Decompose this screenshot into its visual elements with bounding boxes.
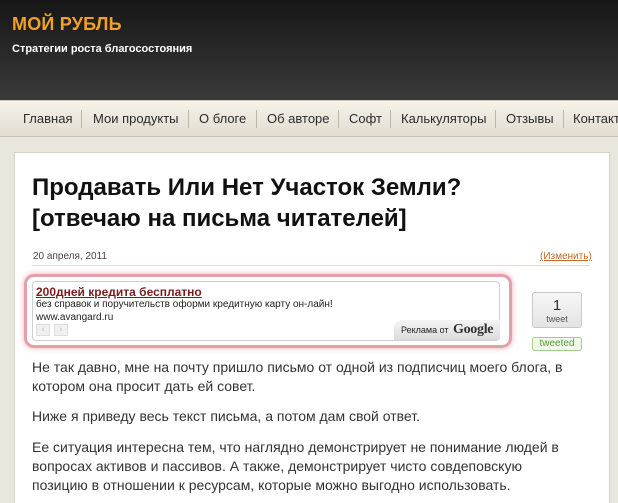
nav-item-products[interactable]: Мои продукты <box>93 111 179 126</box>
ad-next-button[interactable]: › <box>54 324 68 336</box>
nav-item-about-blog[interactable]: О блоге <box>199 111 246 126</box>
nav-item-software[interactable]: Софт <box>349 111 382 126</box>
divider <box>32 265 590 266</box>
post-paragraph: Ее ситуация интересна тем, что наглядно … <box>32 439 559 493</box>
tweet-count: 1 <box>552 297 562 314</box>
nav-separator <box>81 110 82 128</box>
nav-separator <box>338 110 339 128</box>
tweet-label: tweet <box>546 314 568 324</box>
edit-post-link[interactable]: (Изменить) <box>540 251 592 262</box>
nav-item-contacts[interactable]: Контакты <box>573 111 618 126</box>
google-logo: Google <box>453 322 494 337</box>
nav-item-about-author[interactable]: Об авторе <box>267 111 330 126</box>
nav-item-reviews[interactable]: Отзывы <box>506 111 554 126</box>
ad-prev-button[interactable]: ‹ <box>36 324 50 336</box>
ad-title-link[interactable]: 200дней кредита бесплатно <box>36 285 202 299</box>
nav-item-calculators[interactable]: Калькуляторы <box>401 111 486 126</box>
nav-item-home[interactable]: Главная <box>23 111 72 126</box>
post-paragraph: Не так давно, мне на почту пришло письмо… <box>32 359 563 394</box>
ads-by-label: Реклама от <box>401 325 449 335</box>
site-tagline: Стратегии роста благосостояния <box>12 43 193 55</box>
site-title[interactable]: МОЙ РУБЛЬ <box>12 14 122 35</box>
nav-separator <box>495 110 496 128</box>
nav-separator <box>390 110 391 128</box>
tweeted-button[interactable]: tweeted <box>532 337 582 351</box>
main-nav: Главная Мои продукты О блоге Об авторе С… <box>0 100 618 137</box>
post-paragraph: Ниже я приведу весь текст письма, а пото… <box>32 408 420 424</box>
post-title-line-2: [отвечаю на письма читателей] <box>32 205 407 232</box>
tweet-counter[interactable]: 1 tweet <box>532 292 582 328</box>
post-date: 20 апреля, 2011 <box>33 251 107 262</box>
ad-text: без справок и поручительств оформи креди… <box>36 299 333 310</box>
site-header: МОЙ РУБЛЬ Стратегии роста благосостояния <box>0 0 618 100</box>
nav-separator <box>256 110 257 128</box>
post-title-line-1: Продавать Или Нет Участок Земли? <box>32 174 462 201</box>
post-title[interactable]: Продавать Или Нет Участок Земли? [отвеча… <box>32 172 572 234</box>
nav-separator <box>188 110 189 128</box>
ad-url[interactable]: www.avangard.ru <box>36 312 113 323</box>
nav-separator <box>563 110 564 128</box>
